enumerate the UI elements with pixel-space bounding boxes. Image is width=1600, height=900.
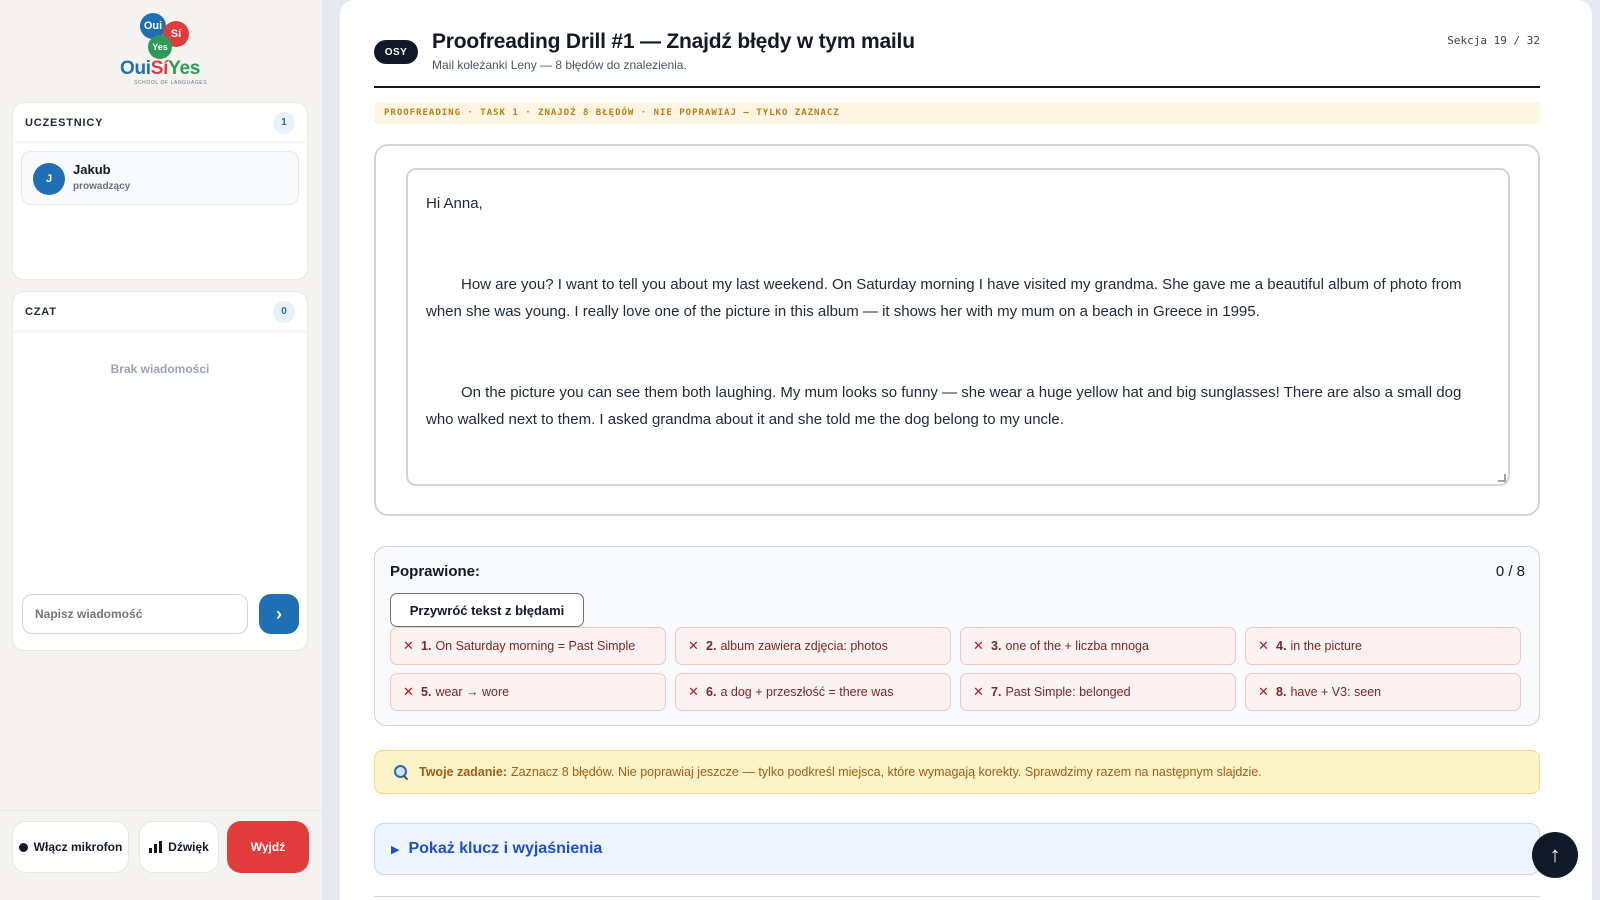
send-button[interactable]: › (259, 594, 299, 634)
logo-wordmark: OuiSíYes (120, 58, 200, 79)
correction-chip[interactable]: ✕ 2. album zawiera zdjęcia: photos (675, 627, 951, 665)
email-greeting: Hi Anna, (426, 195, 483, 212)
chevron-right-icon: › (276, 603, 282, 624)
correction-chip[interactable]: ✕ 6. a dog + przeszłość = there was (675, 673, 951, 711)
correction-chip[interactable]: ✕ 3. one of the + liczba mnoga (960, 627, 1236, 665)
task-strip: PROOFREADING · TASK 1 · ZNAJDŹ 8 BŁĘDÓW … (374, 102, 1540, 124)
close-icon: ✕ (688, 638, 699, 653)
restore-text-button[interactable]: Przywróć tekst z błędami (390, 593, 584, 627)
participant-name: Jakub (73, 162, 111, 177)
mic-label: Włącz mikrofon (33, 840, 123, 854)
answer-key-toggle[interactable]: ▶ Pokaż klucz i wyjaśnienia (374, 823, 1540, 875)
avatar: J (33, 163, 65, 195)
sound-bars-icon (149, 841, 163, 853)
sound-button[interactable]: Dźwięk (139, 821, 219, 873)
section-counter: Sekcja 19 / 32 (1447, 34, 1540, 47)
corrections-score: 0 / 8 (1495, 563, 1525, 580)
title-divider (374, 86, 1540, 88)
corrections-panel: Poprawione: 0 / 8 Przywróć tekst z błęda… (374, 546, 1540, 726)
resize-handle-icon[interactable] (1498, 474, 1506, 482)
close-icon: ✕ (403, 684, 414, 699)
email-text-area[interactable]: Hi Anna, How are you? I want to tell you… (406, 168, 1510, 486)
email-paragraph-2: On the picture you can see them both lau… (426, 384, 1462, 428)
answer-key-label: Pokaż klucz i wyjaśnienia (408, 840, 603, 857)
close-icon: ✕ (1258, 684, 1269, 699)
chat-empty-state: Brak wiadomości (110, 362, 210, 376)
close-icon: ✕ (403, 638, 414, 653)
email-paragraph-1: How are you? I want to tell you about my… (426, 276, 1462, 320)
triangle-right-icon: ▶ (391, 843, 400, 856)
correction-chip[interactable]: ✕ 4. in the picture (1245, 627, 1521, 665)
task-note-label: Twoje zadanie: (419, 765, 507, 779)
logo-bubble-yes: Yes (148, 35, 172, 59)
close-icon: ✕ (1258, 638, 1269, 653)
participants-panel: UCZESTNICY 1 J Jakub prowadzący (12, 102, 308, 280)
scroll-to-top-button[interactable]: ↑ (1532, 832, 1578, 878)
sound-label: Dźwięk (168, 840, 209, 854)
logo-tagline: SCHOOL OF LANGUAGES (134, 80, 208, 86)
correction-chip[interactable]: ✕ 1. On Saturday morning = Past Simple (390, 627, 666, 665)
email-editor-frame: Hi Anna, How are you? I want to tell you… (374, 144, 1540, 516)
call-controls: Włącz mikrofon Dźwięk Wyjdź (0, 810, 322, 900)
close-icon: ✕ (973, 638, 984, 653)
slide-content: OSY Proofreading Drill #1 — Znajdź błędy… (340, 0, 1592, 900)
school-logo: Oui Sí Yes OuiSíYes SCHOOL OF LANGUAGES (108, 8, 218, 88)
chat-panel: CZAT 0 Brak wiadomości › (12, 291, 308, 651)
participants-title: UCZESTNICY (25, 116, 104, 129)
participant-item[interactable]: J Jakub prowadzący (21, 151, 299, 205)
page-title: Proofreading Drill #1 — Znajdź błędy w t… (432, 30, 915, 53)
chat-message-input[interactable] (22, 594, 248, 634)
microphone-toggle-button[interactable]: Włącz mikrofon (12, 821, 129, 873)
task-note-text: Zaznacz 8 błędów. Nie poprawiaj jeszcze … (510, 765, 1262, 779)
correction-chip[interactable]: ✕ 8. have + V3: seen (1245, 673, 1521, 711)
corrections-label: Poprawione: (390, 563, 481, 580)
chat-count: 0 (273, 300, 295, 323)
close-icon: ✕ (973, 684, 984, 699)
slide-badge: OSY (374, 40, 418, 64)
page-subtitle: Mail koleżanki Leny — 8 błędów do znalez… (432, 58, 687, 72)
bottom-divider (374, 896, 1540, 897)
exit-button[interactable]: Wyjdź (227, 821, 309, 873)
participant-role: prowadzący (73, 181, 131, 192)
correction-chip[interactable]: ✕ 5. wear → wore (390, 673, 666, 711)
participants-count: 1 (273, 111, 295, 134)
magnifier-icon (393, 764, 409, 780)
arrow-up-icon: ↑ (1549, 842, 1561, 867)
correction-chip[interactable]: ✕ 7. Past Simple: belonged (960, 673, 1236, 711)
mic-dot-icon (18, 842, 28, 852)
chat-title: CZAT (25, 305, 57, 318)
sidebar: Oui Sí Yes OuiSíYes SCHOOL OF LANGUAGES … (0, 0, 322, 900)
task-note: Twoje zadanie: Zaznacz 8 błędów. Nie pop… (374, 750, 1540, 794)
correction-chips: ✕ 1. On Saturday morning = Past Simple ✕ 2.… (390, 627, 1530, 711)
close-icon: ✕ (688, 684, 699, 699)
